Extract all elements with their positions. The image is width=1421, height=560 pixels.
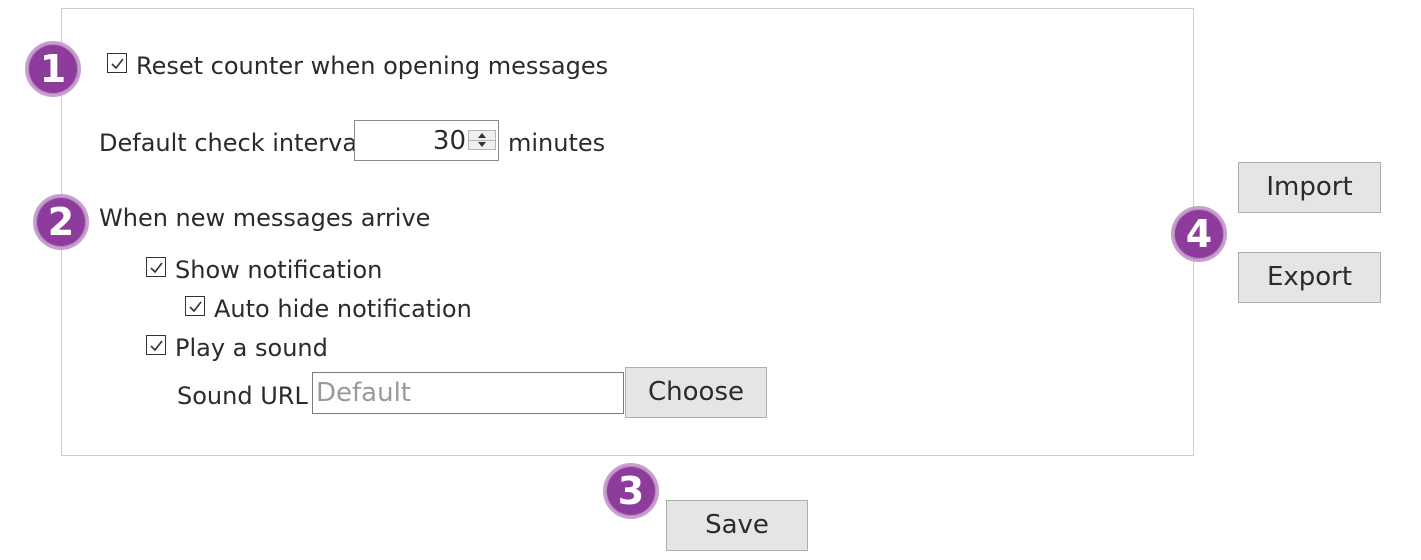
callout-badge-3: 3 (603, 463, 659, 519)
check-interval-stepper[interactable]: 30 (354, 120, 499, 161)
save-button[interactable]: Save (666, 500, 808, 551)
checkmark-icon (150, 340, 163, 352)
options-page: 1 Reset counter when opening messages De… (0, 0, 1421, 560)
callout-badge-2: 2 (33, 194, 89, 250)
show-notification-checkbox[interactable] (146, 257, 166, 277)
callout-badge-1: 1 (25, 41, 81, 97)
play-sound-checkbox[interactable] (146, 335, 166, 355)
auto-hide-label: Auto hide notification (214, 295, 472, 323)
stepper-buttons (468, 130, 496, 150)
reset-counter-checkbox[interactable] (107, 53, 127, 73)
check-interval-unit: minutes (508, 129, 606, 157)
callout-badge-4: 4 (1171, 206, 1227, 262)
sound-url-label: Sound URL (177, 382, 308, 410)
checkmark-icon (150, 262, 163, 274)
sound-url-input[interactable] (312, 372, 624, 414)
show-notification-label: Show notification (175, 256, 383, 284)
play-sound-label: Play a sound (175, 334, 328, 362)
new-messages-heading: When new messages arrive (99, 204, 431, 232)
check-interval-value[interactable]: 30 (433, 125, 466, 157)
auto-hide-checkbox[interactable] (185, 296, 205, 316)
export-button[interactable]: Export (1238, 252, 1381, 303)
stepper-down-icon[interactable] (469, 140, 495, 149)
checkmark-icon (189, 301, 202, 313)
choose-sound-button[interactable]: Choose (625, 367, 767, 418)
check-interval-label: Default check interval (99, 129, 364, 157)
reset-counter-label: Reset counter when opening messages (136, 52, 609, 80)
import-button[interactable]: Import (1238, 162, 1381, 213)
checkmark-icon (111, 58, 124, 70)
